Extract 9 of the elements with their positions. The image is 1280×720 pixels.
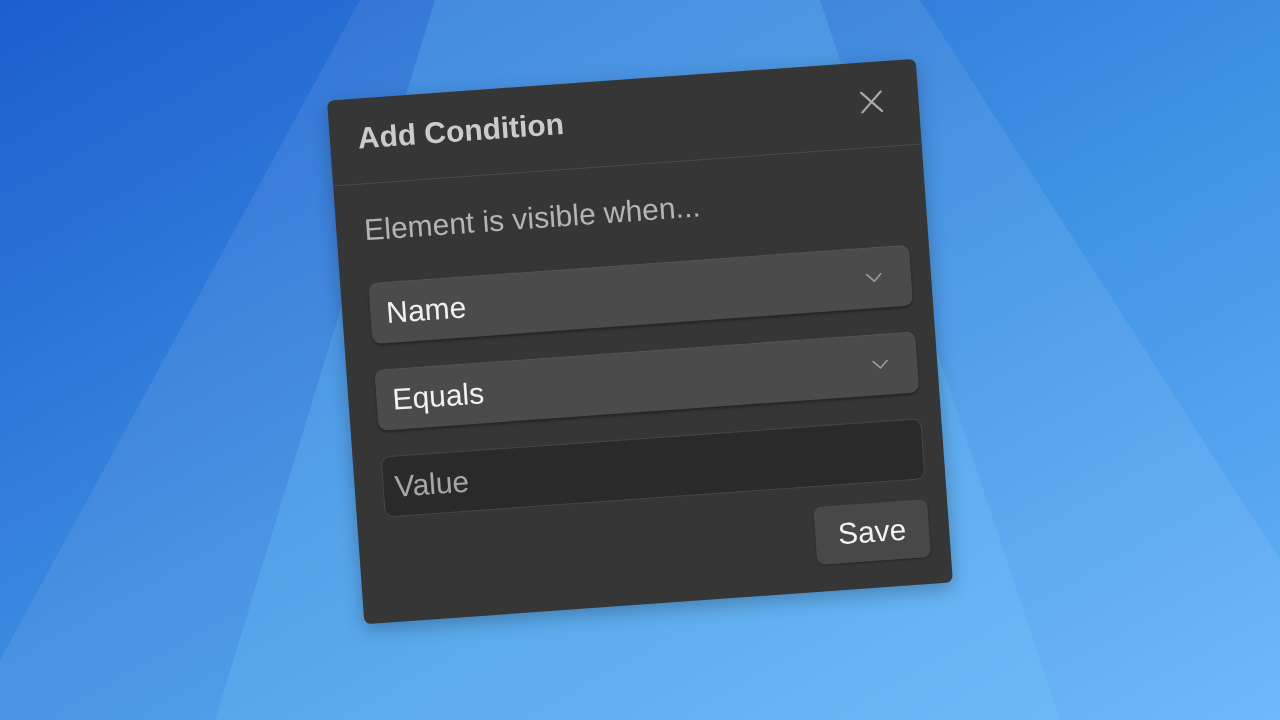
dropdown[interactable]: Equals — [374, 330, 920, 431]
close-button[interactable] — [859, 89, 884, 113]
close-icon — [859, 89, 884, 113]
save-button[interactable]: Save — [813, 498, 932, 565]
dialog-title: Add Condition — [356, 104, 566, 156]
dropdown[interactable]: Name — [368, 244, 914, 344]
chevron-down-icon — [871, 358, 889, 369]
chevron-down-icon — [865, 272, 883, 283]
input-field[interactable]: Value — [380, 417, 926, 518]
